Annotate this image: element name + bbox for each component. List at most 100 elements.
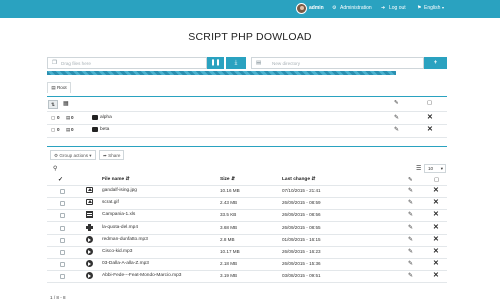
delete-icon[interactable]: ✕ xyxy=(433,223,439,231)
edit-icon[interactable]: ✎ xyxy=(408,248,413,255)
file-date: 26/09/2015 - 08:55 xyxy=(282,225,321,230)
edit-icon[interactable]: ✎ xyxy=(394,126,399,133)
upload-progress-bar xyxy=(47,71,396,75)
row-divider xyxy=(47,221,447,222)
file-name-link[interactable]: 03-Dalla-A-alla-Z.mp3 xyxy=(102,261,149,266)
file-name-link[interactable]: Abbi-Fede---Feat-Mondo-Marcio.mp3 xyxy=(102,273,181,278)
pencil-icon: ✎ xyxy=(408,177,413,183)
calendar-icon[interactable]: ▦ xyxy=(63,100,69,107)
file-date: 26/09/2015 - 15:36 xyxy=(282,261,321,266)
page-title: SCRIPT PHP DOWLOAD xyxy=(188,31,312,43)
row-checkbox[interactable] xyxy=(60,262,65,267)
subdir-count-icon: ▤ xyxy=(66,127,71,132)
delete-icon[interactable]: ✕ xyxy=(433,198,439,206)
user-avatar[interactable] xyxy=(296,3,307,14)
file-size: 33.5 KB xyxy=(220,212,237,217)
user-name-link[interactable]: admin xyxy=(309,5,324,11)
folder-icon: ▤ xyxy=(51,85,56,90)
administration-link[interactable]: Administration xyxy=(340,5,372,11)
files-placeholder: Drag files here xyxy=(61,61,91,66)
sort-icon: ⇵ xyxy=(311,177,316,182)
wrench-icon: ⚙ xyxy=(332,5,337,11)
pencil-icon: ✎ xyxy=(394,100,399,106)
row-checkbox[interactable] xyxy=(60,201,65,206)
edit-icon[interactable]: ✎ xyxy=(408,224,413,231)
directory-row[interactable]: ▢ 0 ▤ 0 beta ✎ ✕ xyxy=(47,125,447,137)
share-icon: ➦ xyxy=(103,153,107,158)
folder-icon: ▤ xyxy=(256,60,262,66)
delete-icon[interactable]: ✕ xyxy=(433,271,439,279)
delete-icon[interactable]: ✕ xyxy=(433,235,439,243)
trash-icon: ▢ xyxy=(427,100,433,106)
header-last-change[interactable]: Last change ⇵ xyxy=(282,177,315,182)
file-size: 3.68 MB xyxy=(220,225,238,230)
share-button[interactable]: ➦ Share xyxy=(99,150,125,160)
delete-icon[interactable]: ✕ xyxy=(433,186,439,194)
edit-icon[interactable]: ✎ xyxy=(408,211,413,218)
image-file-icon xyxy=(85,187,93,195)
row-checkbox[interactable] xyxy=(60,226,65,231)
search-icon[interactable]: ⚲ xyxy=(53,165,57,172)
edit-icon[interactable]: ✎ xyxy=(408,260,413,267)
new-directory-field[interactable]: ▤ New directory xyxy=(251,57,424,69)
files-count-icon: ▢ xyxy=(51,127,56,132)
breadcrumb-root[interactable]: ▤ Root xyxy=(47,82,71,93)
row-divider xyxy=(47,111,447,112)
upload-button[interactable]: ⤓ xyxy=(226,57,246,69)
file-name-link[interactable]: redman-dunfatto.mp3 xyxy=(102,237,148,242)
pagination-count: 1 / 8 - 8 xyxy=(50,295,66,300)
edit-icon[interactable]: ✎ xyxy=(408,236,413,243)
row-checkbox[interactable] xyxy=(60,189,65,194)
flag-icon: ⚑ xyxy=(417,5,422,11)
delete-icon[interactable]: ✕ xyxy=(433,210,439,218)
chevron-down-icon: ▾ xyxy=(89,153,92,158)
header-file-name[interactable]: File name ⇵ xyxy=(102,177,130,182)
header-size[interactable]: Size ⇵ xyxy=(220,177,235,182)
delete-icon[interactable]: ✕ xyxy=(427,125,433,133)
file-name-link[interactable]: scrat.gif xyxy=(102,200,119,205)
file-size: 2.43 MB xyxy=(220,200,238,205)
directory-name[interactable]: beta xyxy=(100,127,109,132)
file-name-link[interactable]: la-quota-del.mp4 xyxy=(102,225,138,230)
dir-placeholder: New directory xyxy=(272,61,301,66)
edit-icon[interactable]: ✎ xyxy=(408,187,413,194)
root-label: Root xyxy=(56,85,67,90)
select-all-checkmark[interactable]: ✓ xyxy=(58,176,63,183)
edit-icon[interactable]: ✎ xyxy=(408,272,413,279)
sort-button[interactable]: ⇅ xyxy=(48,100,58,109)
delete-icon[interactable]: ✕ xyxy=(433,247,439,255)
row-checkbox[interactable] xyxy=(60,250,65,255)
add-directory-button[interactable]: + xyxy=(424,57,447,69)
directory-name[interactable]: alpha xyxy=(100,115,112,120)
file-name-link[interactable]: gandalf-ising.jpg xyxy=(102,188,137,193)
pause-button[interactable]: ❚❚ xyxy=(207,57,224,69)
per-page-value: 10 xyxy=(428,166,434,171)
audio-file-icon xyxy=(85,236,93,244)
file-name-link[interactable]: Campania-1.xls xyxy=(102,212,135,217)
group-actions-button[interactable]: ⚙ Group actions ▾ xyxy=(50,150,96,160)
row-checkbox[interactable] xyxy=(60,274,65,279)
sort-icon: ⇵ xyxy=(230,177,235,182)
file-name-link[interactable]: Cisco-kid.mp3 xyxy=(102,249,132,254)
language-dropdown[interactable]: English xyxy=(424,5,440,11)
per-page-select[interactable]: 10 ▾ xyxy=(424,164,446,173)
row-checkbox[interactable] xyxy=(60,213,65,218)
files-drop-field[interactable]: ❐ Drag files here xyxy=(47,57,207,69)
top-navbar: admin ⚙ Administration ➜ Log out ⚑ Engli… xyxy=(0,0,500,18)
files-count: 0 xyxy=(57,115,60,120)
image-file-icon xyxy=(85,199,93,207)
logout-link[interactable]: Log out xyxy=(389,5,406,11)
file-date: 07/10/2015 - 21:41 xyxy=(282,188,321,193)
trash-icon: ▢ xyxy=(434,177,440,183)
chevron-down-icon: ▾ xyxy=(442,5,445,10)
row-checkbox[interactable] xyxy=(60,238,65,243)
share-label: Share xyxy=(108,153,121,158)
edit-icon[interactable]: ✎ xyxy=(394,114,399,121)
file-date: 26/09/2015 - 16:23 xyxy=(282,249,321,254)
delete-icon[interactable]: ✕ xyxy=(433,259,439,267)
edit-icon[interactable]: ✎ xyxy=(408,199,413,206)
spreadsheet-file-icon xyxy=(85,211,93,219)
list-icon: ☰ xyxy=(416,166,422,172)
delete-icon[interactable]: ✕ xyxy=(427,113,433,121)
files-icon: ❐ xyxy=(52,60,57,66)
